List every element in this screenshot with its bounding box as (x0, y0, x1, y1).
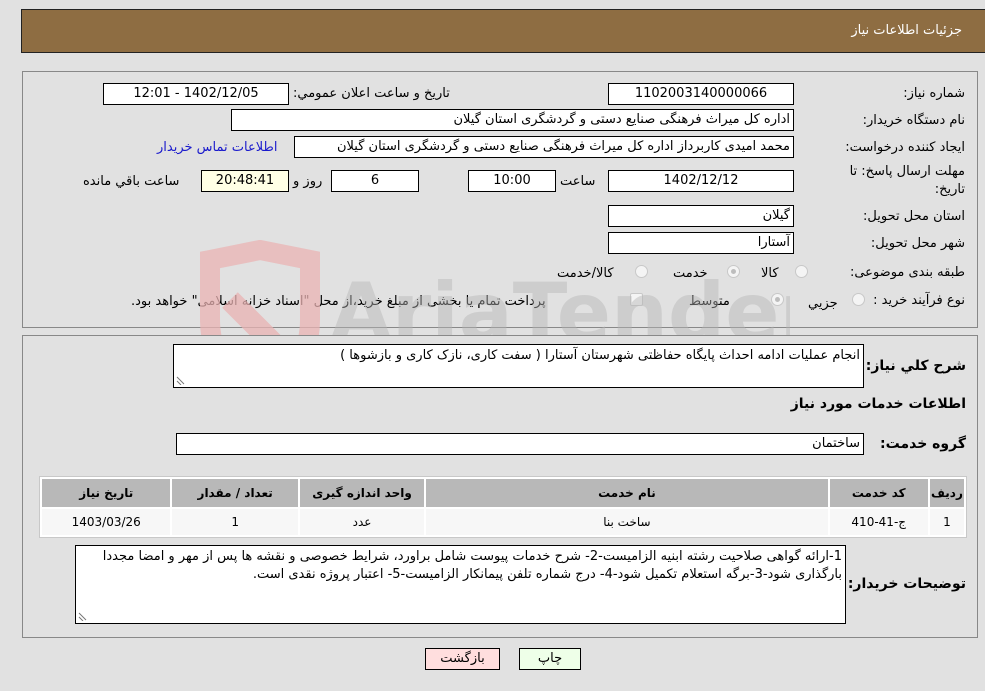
treasury-checkbox[interactable] (630, 293, 643, 306)
days-field[interactable]: 6 (331, 170, 419, 192)
deadline-time-label: ساعت (560, 174, 596, 189)
treasury-note: پرداخت تمام یا بخشی از مبلغ خرید،از محل … (131, 294, 546, 309)
city-field[interactable]: آستارا (608, 232, 794, 254)
cell-unit: عدد (299, 509, 425, 535)
buyer-notes-textarea[interactable]: 1-ارائه گواهی صلاحیت رشته ابنیه الزامیست… (75, 545, 846, 624)
buyer-org-field[interactable]: اداره کل میراث فرهنگی صنایع دستی و گردشگ… (231, 109, 794, 131)
buyer-org-label: نام دستگاه خریدار: (862, 113, 965, 128)
service-group-label: گروه خدمت: (880, 436, 966, 452)
province-label: استان محل تحویل: (863, 209, 965, 224)
announce-datetime-field[interactable]: 1402/12/05 - 12:01 (103, 83, 289, 105)
col-service-code: کد خدمت (829, 479, 928, 507)
col-need-date: تاریخ نیاز (42, 479, 171, 507)
requester-field[interactable]: محمد امیدی کاربرداز اداره کل میراث فرهنگ… (294, 136, 794, 158)
summary-text: انجام عملیات ادامه احداث پایگاه حفاظتی ش… (340, 348, 860, 363)
col-quantity: تعداد / مقدار (172, 479, 298, 507)
deadline-date-field[interactable]: 1402/12/12 (608, 170, 794, 192)
table-header-row: ردیف کد خدمت نام خدمت واحد اندازه گیری ت… (42, 479, 964, 507)
remaining-time-field: 20:48:41 (201, 170, 289, 192)
table-row: 1 ج-41-410 ساخت بنا عدد 1 1403/03/26 (42, 509, 964, 535)
remaining-label: ساعت باقي مانده (83, 174, 180, 189)
col-row-number: ردیف (929, 479, 964, 507)
category-service-radio[interactable] (727, 265, 740, 278)
purchase-type-label: نوع فرآیند خرید : (873, 293, 965, 308)
service-group-field[interactable]: ساختمان (176, 433, 864, 455)
cell-need-date: 1403/03/26 (42, 509, 171, 535)
category-goods-radio[interactable] (795, 265, 808, 278)
category-goods-service-label: کالا/خدمت (557, 266, 614, 281)
summary-textarea[interactable]: انجام عملیات ادامه احداث پایگاه حفاظتی ش… (173, 344, 864, 388)
buyer-notes-text: 1-ارائه گواهی صلاحیت رشته ابنیه الزامیست… (102, 549, 842, 582)
resize-grip-icon[interactable] (176, 376, 185, 385)
cell-service-code: ج-41-410 (829, 509, 928, 535)
buyer-contact-link[interactable]: اطلاعات تماس خریدار (157, 140, 277, 155)
requester-label: ایجاد کننده درخواست: (845, 140, 965, 155)
col-unit: واحد اندازه گیری (299, 479, 425, 507)
purchase-minor-label: جزيي (808, 296, 838, 311)
category-goods-service-radio[interactable] (635, 265, 648, 278)
page-header: جزئیات اطلاعات نیاز (21, 9, 985, 53)
category-label: طبقه بندی موضوعی: (849, 265, 965, 280)
print-button[interactable]: چاپ (519, 648, 581, 670)
deadline-time-field[interactable]: 10:00 (468, 170, 556, 192)
page-title: جزئیات اطلاعات نیاز (851, 23, 962, 38)
col-service-name: نام خدمت (426, 479, 828, 507)
back-button[interactable]: بازگشت (425, 648, 500, 670)
days-label: روز و (293, 174, 323, 189)
resize-grip-icon[interactable] (78, 612, 87, 621)
purchase-minor-radio[interactable] (852, 293, 865, 306)
summary-label: شرح كلي نياز: (865, 358, 966, 374)
cell-service-name: ساخت بنا (426, 509, 828, 535)
purchase-medium-radio[interactable] (771, 293, 784, 306)
deadline-label-line2: تاریخ: (934, 182, 965, 197)
need-info-panel: شماره نیاز: 1102003140000066 تاریخ و ساع… (22, 71, 978, 328)
services-heading: اطلاعات خدمات مورد نیاز (790, 396, 966, 412)
cell-quantity: 1 (172, 509, 298, 535)
deadline-label: مهلت ارسال پاسخ: تا (849, 164, 965, 179)
need-number-field[interactable]: 1102003140000066 (608, 83, 794, 105)
need-details-panel: شرح كلي نياز: انجام عملیات ادامه احداث پ… (22, 335, 978, 638)
need-number-label: شماره نیاز: (903, 86, 965, 101)
category-service-label: خدمت (673, 266, 708, 281)
purchase-medium-label: متوسط (689, 294, 730, 309)
category-goods-label: کالا (761, 266, 779, 281)
city-label: شهر محل تحویل: (870, 236, 965, 251)
province-field[interactable]: گیلان (608, 205, 794, 227)
services-table: ردیف کد خدمت نام خدمت واحد اندازه گیری ت… (39, 476, 967, 538)
announce-datetime-label: تاریخ و ساعت اعلان عمومي: (293, 86, 450, 101)
cell-row-number: 1 (929, 509, 964, 535)
buyer-notes-label: توضیحات خریدار: (847, 576, 966, 592)
